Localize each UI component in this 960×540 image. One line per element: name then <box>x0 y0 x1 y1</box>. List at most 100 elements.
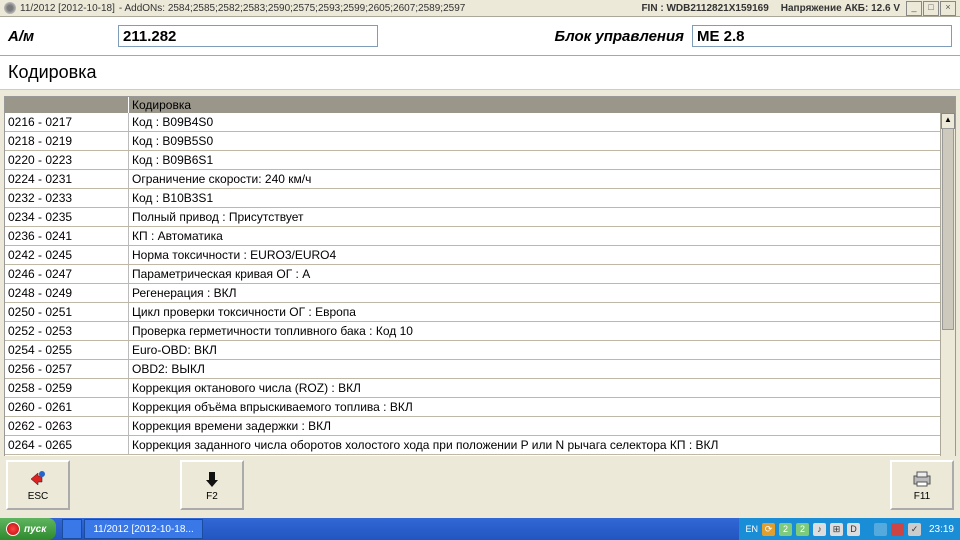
tray-icon[interactable]: ✓ <box>908 523 921 536</box>
row-id: 0234 - 0235 <box>5 208 129 226</box>
version-text: 11/2012 [2012-10-18] <box>20 3 115 14</box>
scroll-up-icon[interactable]: ▲ <box>941 113 955 129</box>
scrollbar[interactable]: ▲ ▼ <box>940 113 955 493</box>
tray-icon[interactable]: 2 <box>779 523 792 536</box>
table-row[interactable]: 0232 - 0233Код : B10B3S1 <box>5 189 955 208</box>
row-id: 0260 - 0261 <box>5 398 129 416</box>
system-tray[interactable]: EN ⟳ 2 2 ♪ ⊞ D ✓ 23:19 <box>739 518 960 540</box>
page-subtitle: Кодировка <box>0 56 960 90</box>
tray-icon[interactable] <box>874 523 887 536</box>
row-id: 0250 - 0251 <box>5 303 129 321</box>
row-id: 0252 - 0253 <box>5 322 129 340</box>
table-row[interactable]: 0224 - 0231Ограничение скорости: 240 км/… <box>5 170 955 189</box>
table-row[interactable]: 0260 - 0261Коррекция объёма впрыскиваемо… <box>5 398 955 417</box>
ecu-input[interactable] <box>692 25 952 47</box>
row-id: 0246 - 0247 <box>5 265 129 283</box>
col-coding[interactable]: Кодировка <box>129 97 955 113</box>
table-row[interactable]: 0236 - 0241КП : Автоматика <box>5 227 955 246</box>
row-value: Коррекция объёма впрыскиваемого топлива … <box>129 398 955 416</box>
lang-indicator[interactable]: EN <box>745 524 758 534</box>
table-row[interactable]: 0254 - 0255Euro-OBD: ВКЛ <box>5 341 955 360</box>
row-id: 0236 - 0241 <box>5 227 129 245</box>
row-value: Код : B09B4S0 <box>129 113 955 131</box>
table-row[interactable]: 0262 - 0263Коррекция времени задержки : … <box>5 417 955 436</box>
restore-button[interactable]: □ <box>923 1 939 16</box>
printer-icon <box>911 469 933 489</box>
table-row[interactable]: 0246 - 0247Параметрическая кривая ОГ : A <box>5 265 955 284</box>
row-id: 0254 - 0255 <box>5 341 129 359</box>
header-row: А/м Блок управления <box>0 17 960 56</box>
esc-button[interactable]: ESC <box>6 460 70 510</box>
task-buttons: 11/2012 [2012-10-18... <box>62 519 202 539</box>
row-value: Норма токсичности : EURO3/EURO4 <box>129 246 955 264</box>
row-value: Регенерация : ВКЛ <box>129 284 955 302</box>
table-header: Кодировка <box>5 97 955 113</box>
ecu-label: Блок управления <box>555 28 684 45</box>
down-arrow-icon <box>201 469 223 489</box>
table-row[interactable]: 0252 - 0253Проверка герметичности топлив… <box>5 322 955 341</box>
row-id: 0220 - 0223 <box>5 151 129 169</box>
row-value: Код : B09B5S0 <box>129 132 955 150</box>
row-value: Проверка герметичности топливного бака :… <box>129 322 955 340</box>
row-value: Код : B10B3S1 <box>129 189 955 207</box>
table-row[interactable]: 0258 - 0259Коррекция октанового числа (R… <box>5 379 955 398</box>
app-logo-icon <box>4 2 16 14</box>
row-value: Коррекция октанового числа (ROZ) : ВКЛ <box>129 379 955 397</box>
row-id: 0258 - 0259 <box>5 379 129 397</box>
addons-text: - AddONs: 2584;2585;2582;2583;2590;2575;… <box>119 3 465 14</box>
row-id: 0242 - 0245 <box>5 246 129 264</box>
voltage-value: 12.6 V <box>871 3 900 14</box>
table-row[interactable]: 0234 - 0235Полный привод : Присутствует <box>5 208 955 227</box>
minimize-button[interactable]: _ <box>906 1 922 16</box>
table-row[interactable]: 0220 - 0223Код : B09B6S1 <box>5 151 955 170</box>
tray-icon[interactable] <box>891 523 904 536</box>
row-id: 0218 - 0219 <box>5 132 129 150</box>
coding-table: Кодировка 0216 - 0217Код : B09B4S00218 -… <box>4 96 956 494</box>
row-id: 0264 - 0265 <box>5 436 129 454</box>
scroll-thumb[interactable] <box>942 128 954 330</box>
table-row[interactable]: 0256 - 0257OBD2: ВЫКЛ <box>5 360 955 379</box>
table-row[interactable]: 0250 - 0251Цикл проверки токсичности ОГ … <box>5 303 955 322</box>
row-id: 0216 - 0217 <box>5 113 129 131</box>
table-row[interactable]: 0218 - 0219Код : B09B5S0 <box>5 132 955 151</box>
row-value: OBD2: ВЫКЛ <box>129 360 955 378</box>
am-label: А/м <box>8 28 118 45</box>
function-keys: ESC F2 F11 <box>0 456 960 518</box>
tray-icon[interactable]: ⟳ <box>762 523 775 536</box>
table-row[interactable]: 0216 - 0217Код : B09B4S0 <box>5 113 955 132</box>
tray-icon[interactable]: ⊞ <box>830 523 843 536</box>
row-id: 0248 - 0249 <box>5 284 129 302</box>
row-value: Код : B09B6S1 <box>129 151 955 169</box>
table-body: 0216 - 0217Код : B09B4S00218 - 0219Код :… <box>5 113 955 493</box>
table-row[interactable]: 0264 - 0265Коррекция заданного числа обо… <box>5 436 955 455</box>
row-value: Euro-OBD: ВКЛ <box>129 341 955 359</box>
row-id: 0256 - 0257 <box>5 360 129 378</box>
row-value: КП : Автоматика <box>129 227 955 245</box>
row-value: Коррекция заданного числа оборотов холос… <box>129 436 955 454</box>
f11-button[interactable]: F11 <box>890 460 954 510</box>
back-icon <box>27 469 49 489</box>
titlebar: 11/2012 [2012-10-18] - AddONs: 2584;2585… <box>0 0 960 17</box>
tray-icon[interactable]: ♪ <box>813 523 826 536</box>
taskbar: пуск 11/2012 [2012-10-18... EN ⟳ 2 2 ♪ ⊞… <box>0 518 960 540</box>
am-input[interactable] <box>118 25 378 47</box>
start-orb-icon <box>6 522 20 536</box>
row-id: 0262 - 0263 <box>5 417 129 435</box>
fin-value: WDB2112821X159169 <box>666 3 768 14</box>
row-value: Коррекция времени задержки : ВКЛ <box>129 417 955 435</box>
row-value: Полный привод : Присутствует <box>129 208 955 226</box>
close-button[interactable]: × <box>940 1 956 16</box>
row-id: 0232 - 0233 <box>5 189 129 207</box>
start-button[interactable]: пуск <box>0 518 56 540</box>
task-button[interactable]: 11/2012 [2012-10-18... <box>84 519 202 539</box>
tray-icon[interactable]: 2 <box>796 523 809 536</box>
table-row[interactable]: 0242 - 0245Норма токсичности : EURO3/EUR… <box>5 246 955 265</box>
f2-button[interactable]: F2 <box>180 460 244 510</box>
row-id: 0224 - 0231 <box>5 170 129 188</box>
row-value: Параметрическая кривая ОГ : A <box>129 265 955 283</box>
table-row[interactable]: 0248 - 0249Регенерация : ВКЛ <box>5 284 955 303</box>
task-button[interactable] <box>62 519 82 539</box>
clock[interactable]: 23:19 <box>929 524 954 535</box>
col-id[interactable] <box>5 97 129 113</box>
tray-icon[interactable]: D <box>847 523 860 536</box>
